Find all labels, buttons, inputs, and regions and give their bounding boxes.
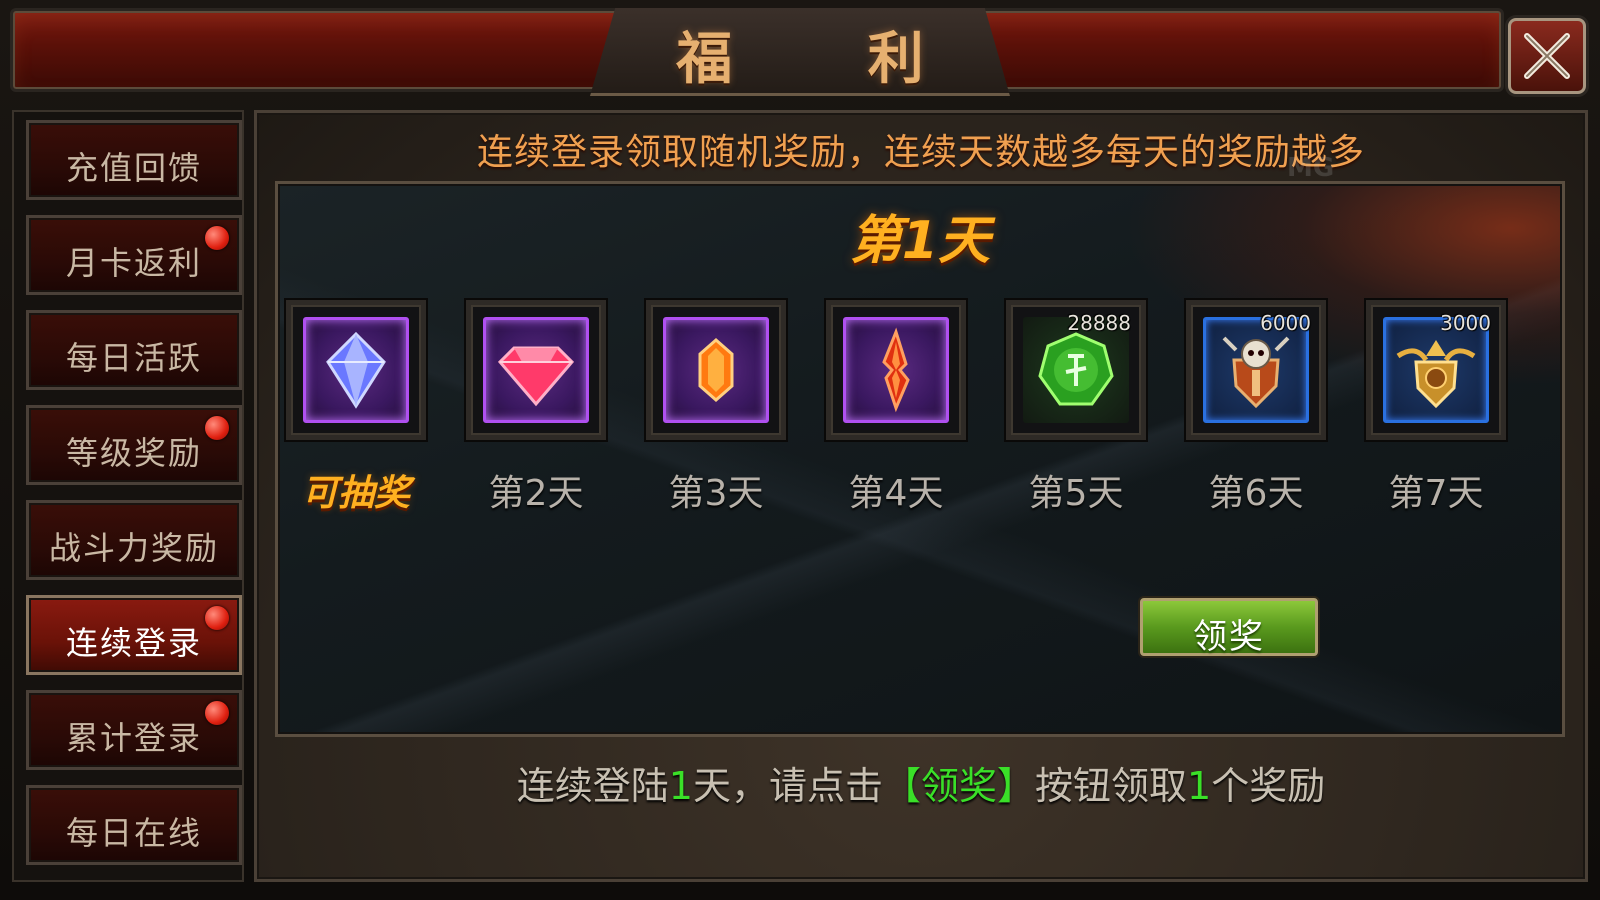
reward-slot-day-7[interactable]: 3000 [1366,300,1506,440]
notification-dot [205,606,229,630]
info-count: 1 [1187,764,1212,808]
sidebar-item-label: 每日活跃 [65,339,202,377]
watermark: MG [1287,153,1335,183]
reward-label-day-6: 第6天 [1208,473,1304,514]
reward-slot-day-6[interactable]: 6000 [1186,300,1326,440]
reward-label-day-4: 第4天 [848,473,944,514]
sidebar-item-label: 战斗力奖励 [48,529,219,567]
sidebar: 充值回馈 月卡返利 每日活跃 等级奖励 战斗力奖励 连续登录 累计登录 每日在线 [12,110,244,882]
reward-label-day-2: 第2天 [488,473,584,514]
reward-label-day-5: 第5天 [1028,473,1124,514]
reward-label-day-3: 第3天 [668,473,764,514]
reward-slot-day-1[interactable] [286,300,426,440]
pink-gem-icon [497,346,575,407]
notification-dot [205,701,229,725]
welfare-window: 福 利 充值回馈 月卡返利 每日活跃 等级奖励 战斗力奖励 连续登录 累计登录 … [0,0,1600,900]
reward-count: 3000 [1440,311,1491,335]
sidebar-item-label: 充值回馈 [65,149,202,187]
reward-slot-day-2[interactable] [466,300,606,440]
sidebar-item-daily-active[interactable]: 每日活跃 [26,310,242,390]
green-rune-orb-icon [1038,332,1114,406]
info-part: 个奖励 [1211,764,1326,808]
login-info-text: 连续登陆1天，请点击【领奖】按钮领取1个奖励 [257,755,1585,810]
reward-slot-day-3[interactable] [646,300,786,440]
reward-count: 28888 [1067,311,1131,335]
claim-button-label: 领奖 [1193,617,1265,657]
info-part: 按钮领取 [1035,764,1188,808]
reward-slot-day-4[interactable] [826,300,966,440]
close-x-icon [1524,33,1570,79]
info-part: 天，请点击 [692,764,883,808]
notification-dot [205,416,229,440]
claim-reward-button[interactable]: 领奖 [1140,598,1318,657]
sidebar-item-cumulative-login[interactable]: 累计登录 [26,690,242,770]
skull-shield-emblem-icon [1222,336,1290,409]
sidebar-item-label: 每日在线 [65,814,202,852]
sidebar-item-consecutive-login[interactable]: 连续登录 [26,595,242,675]
reward-label-day-1: 可抽奖 [301,473,410,514]
close-button[interactable] [1508,18,1586,94]
sidebar-item-daily-online[interactable]: 每日在线 [26,785,242,865]
reward-label-day-7: 第7天 [1388,473,1484,514]
reward-scene: 第1天 28888 6000 3000 可抽奖 第2天 第3天 第4天 第5天 … [275,181,1565,737]
info-button-ref: 【领奖】 [882,764,1035,808]
consecutive-login-panel: 连续登录领取随机奖励，连续天数越多每天的奖励越多 MG 第1天 28888 60… [254,110,1588,882]
current-day-title: 第1天 [849,211,991,271]
panel-headline: 连续登录领取随机奖励，连续天数越多每天的奖励越多 [476,132,1365,173]
golden-winged-shield-icon [1396,340,1476,409]
blue-crystal-icon [326,331,386,409]
reward-count: 6000 [1260,311,1311,335]
sidebar-item-monthly-card[interactable]: 月卡返利 [26,215,242,295]
red-shard-icon [882,327,910,413]
info-part: 连续登陆 [516,764,669,808]
notification-dot [205,226,229,250]
sidebar-item-level-reward[interactable]: 等级奖励 [26,405,242,485]
reward-slot-day-5[interactable]: 28888 [1006,300,1146,440]
orange-crystal-icon [698,338,734,402]
sidebar-item-recharge-feedback[interactable]: 充值回馈 [26,120,242,200]
sidebar-item-combat-power-reward[interactable]: 战斗力奖励 [26,500,242,580]
info-days: 1 [668,764,693,808]
window-title: 福 利 [676,27,982,92]
